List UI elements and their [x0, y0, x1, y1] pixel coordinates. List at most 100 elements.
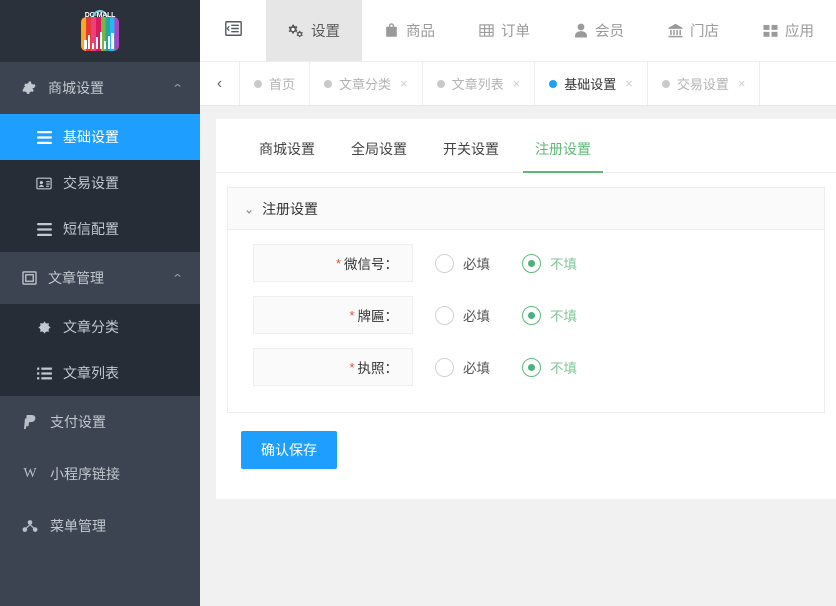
subtab-mall-settings[interactable]: 商城设置	[241, 139, 333, 172]
radio-license-required[interactable]: 必填	[435, 357, 490, 377]
radio-plaque-optional[interactable]: 不填	[522, 305, 577, 325]
sidebar-item-label: 基础设置	[63, 129, 119, 145]
form-row-license: * 执照： 必填 不填	[228, 348, 824, 386]
topnav-item-label: 会员	[595, 24, 624, 40]
topnav-item-stores[interactable]: 门店	[646, 0, 741, 61]
subtab-global-settings[interactable]: 全局设置	[333, 139, 425, 172]
tab-status-dot-icon	[254, 79, 262, 88]
sidebar-group-label: 文章管理	[48, 270, 104, 286]
radio-wechat-id-required[interactable]: 必填	[435, 253, 490, 273]
field-label-wechat-id: * 微信号：	[253, 244, 413, 282]
radio-circle-checked-icon	[522, 357, 541, 377]
topnav-item-products[interactable]: 商品	[362, 0, 457, 61]
tab-status-dot-icon	[549, 79, 558, 88]
tab-trade-settings[interactable]: 交易设置 ×	[648, 62, 761, 105]
radio-circle-icon	[435, 357, 454, 377]
gear-icon	[20, 81, 38, 95]
sidebar-item-miniprogram-link[interactable]: W 小程序链接	[0, 448, 200, 500]
radio-label: 必填	[463, 309, 490, 324]
sidebar-item-article-category[interactable]: 文章分类	[0, 304, 200, 350]
form-row-wechat-id: * 微信号： 必填 不填	[228, 244, 824, 282]
fieldset-legend[interactable]: ⌄ 注册设置	[228, 188, 824, 230]
confirm-save-button[interactable]: 确认保存	[241, 431, 337, 469]
bag-icon	[384, 23, 399, 38]
field-label-text: 牌匾：	[357, 309, 399, 324]
tab-scroll-prev-button[interactable]: ‹	[200, 62, 240, 105]
radio-group-wechat-id: 必填 不填	[413, 253, 577, 273]
main-region: 设置 商品 订单 会员 门店 应用 ‹ 首页 文章分类 × 文章列表 × 基础设…	[200, 0, 836, 606]
topnav-item-settings[interactable]: 设置	[266, 0, 362, 61]
topnav-item-label: 应用	[785, 24, 814, 40]
tab-article-category[interactable]: 文章分类 ×	[310, 62, 423, 105]
field-label-plaque: * 牌匾：	[253, 296, 413, 334]
chevron-up-icon[interactable]: ⌃	[171, 272, 183, 285]
tab-article-list[interactable]: 文章列表 ×	[423, 62, 536, 105]
tab-label: 文章分类	[339, 77, 392, 92]
sidebar: DC-MALL 商城设置 ⌃ 基础设置 交易设置 短信配置 文章管理 ⌃ 文章分…	[0, 0, 200, 606]
tab-close-icon[interactable]: ×	[513, 76, 521, 91]
tab-home[interactable]: 首页	[240, 62, 311, 105]
sidebar-item-basic-settings[interactable]: 基础设置	[0, 114, 200, 160]
topnav-item-label: 订单	[501, 24, 530, 40]
field-label-text: 执照：	[357, 361, 399, 376]
field-label-text: 微信号：	[344, 257, 398, 272]
user-icon	[574, 23, 588, 38]
sidebar-item-payment-settings[interactable]: 支付设置	[0, 396, 200, 448]
radio-circle-icon	[435, 305, 454, 325]
required-mark: *	[349, 307, 355, 323]
sidebar-collapse-button[interactable]	[200, 0, 266, 61]
tab-status-dot-icon	[661, 79, 670, 88]
sidebar-item-trade-settings[interactable]: 交易设置	[0, 160, 200, 206]
radio-circle-checked-icon	[522, 305, 541, 325]
sidebar-item-sms-config[interactable]: 短信配置	[0, 206, 200, 252]
radio-circle-checked-icon	[522, 253, 541, 273]
sidebar-item-menu-management[interactable]: 菜单管理	[0, 500, 200, 552]
menu-fold-icon	[224, 20, 242, 41]
form-row-plaque: * 牌匾： 必填 不填	[228, 296, 824, 334]
radio-circle-icon	[435, 253, 454, 273]
list-icon	[34, 222, 54, 236]
sidebar-item-article-list[interactable]: 文章列表	[0, 350, 200, 396]
radio-license-optional[interactable]: 不填	[522, 357, 577, 377]
tab-close-icon[interactable]: ×	[625, 76, 633, 91]
sidebar-submenu-mall-settings: 基础设置 交易设置 短信配置	[0, 114, 200, 252]
sidebar-group-mall-settings[interactable]: 商城设置 ⌃	[0, 62, 200, 114]
topnav-item-apps[interactable]: 应用	[741, 0, 836, 61]
sidebar-logo[interactable]: DC-MALL	[0, 0, 200, 62]
topnav-item-label: 门店	[690, 24, 719, 40]
window-icon	[20, 271, 38, 285]
radio-label: 不填	[550, 309, 577, 324]
topnav-item-orders[interactable]: 订单	[457, 0, 552, 61]
gears-icon	[288, 23, 304, 38]
fieldset-body: * 微信号： 必填 不填 * 牌匾： 必填 不填 * 执照： 必填 不填	[228, 230, 824, 412]
topnav-item-members[interactable]: 会员	[552, 0, 646, 61]
top-navbar: 设置 商品 订单 会员 门店 应用	[200, 0, 836, 62]
weixin-w-icon: W	[23, 466, 37, 481]
sidebar-item-label: 短信配置	[63, 221, 119, 237]
bank-icon	[668, 23, 683, 38]
sitemap-icon	[20, 519, 40, 533]
tab-close-icon[interactable]: ×	[400, 76, 408, 91]
grid-icon	[763, 24, 778, 38]
sidebar-submenu-article-management: 文章分类 文章列表	[0, 304, 200, 396]
radio-plaque-required[interactable]: 必填	[435, 305, 490, 325]
content-area: 商城设置 全局设置 开关设置 注册设置 ⌄ 注册设置 * 微信号： 必填 不填 …	[200, 106, 836, 606]
subtab-switch-settings[interactable]: 开关设置	[425, 139, 517, 172]
chevron-down-icon[interactable]: ⌄	[244, 200, 254, 216]
logo-bars-icon	[84, 32, 114, 49]
radio-label: 不填	[550, 257, 577, 272]
paypal-icon	[20, 414, 40, 430]
radio-label: 不填	[550, 361, 577, 376]
chevron-up-icon[interactable]: ⌃	[171, 82, 183, 95]
subtab-register-settings[interactable]: 注册设置	[517, 139, 609, 173]
table-icon	[479, 23, 494, 38]
tab-basic-settings[interactable]: 基础设置 ×	[535, 62, 648, 105]
radio-wechat-id-optional[interactable]: 不填	[522, 253, 577, 273]
list-ul-icon	[34, 367, 54, 380]
settings-card: 商城设置 全局设置 开关设置 注册设置 ⌄ 注册设置 * 微信号： 必填 不填 …	[216, 119, 836, 499]
required-mark: *	[349, 359, 355, 375]
tab-close-icon[interactable]: ×	[738, 76, 746, 91]
sidebar-group-label: 商城设置	[48, 80, 104, 96]
tab-status-dot-icon	[436, 79, 445, 88]
sidebar-group-article-management[interactable]: 文章管理 ⌃	[0, 252, 200, 304]
